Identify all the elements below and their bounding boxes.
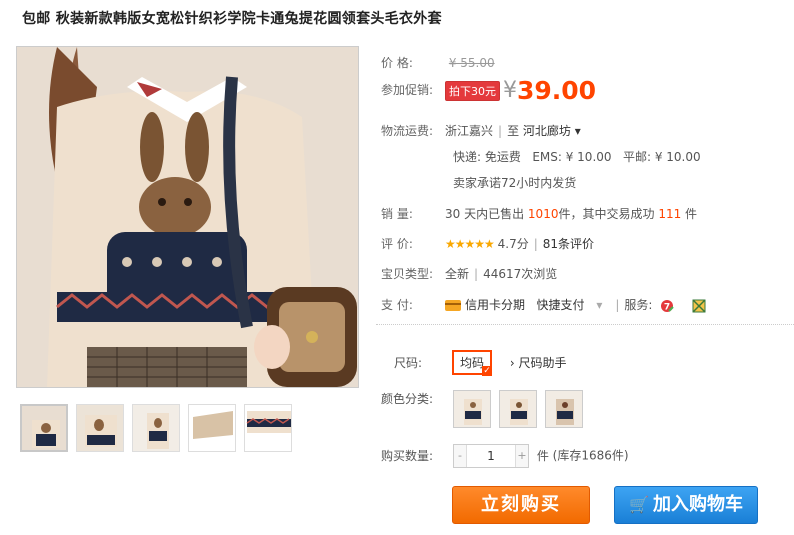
thumbnail-strip: [20, 404, 292, 452]
color-label: 颜色分类:: [381, 392, 434, 406]
promo-row: 参加促销: 拍下30元 ¥39.00: [381, 76, 596, 105]
quantity-stepper: - 1 +: [453, 444, 529, 468]
buy-now-button[interactable]: 立刻购买: [452, 486, 590, 524]
rating-label: 评 价:: [381, 237, 413, 251]
original-price: ¥ 55.00: [448, 56, 495, 70]
add-to-cart-label: 加入购物车: [652, 494, 743, 515]
price-label: 价 格:: [381, 56, 413, 70]
sales-prefix: 30 天内已售出: [445, 207, 525, 221]
promo-price: 39.00: [517, 76, 597, 105]
decrement-button[interactable]: -: [454, 445, 466, 467]
thumbnail-3[interactable]: [132, 404, 180, 452]
installment-link[interactable]: 信用卡分期: [465, 298, 525, 312]
item-type-label: 宝贝类型:: [381, 267, 434, 281]
more-payment-icon[interactable]: ▾: [596, 298, 602, 312]
product-title: 包邮 秋装新款韩版女宽松针织衫学院卡通兔提花圆领套头毛衣外套: [22, 11, 442, 27]
mail-fee: 平邮: ¥ 10.00: [622, 150, 701, 164]
shipping-fees: 快递: 免运费 EMS: ¥ 10.00 平邮: ¥ 10.00: [453, 148, 701, 165]
rating-score: 4.7分: [497, 237, 529, 251]
shipping-label: 物流运费:: [381, 124, 434, 138]
ship-to-select[interactable]: 河北廊坊 ▾: [523, 124, 581, 138]
size-label: 尺码:: [394, 356, 423, 370]
cart-icon: 🛒: [629, 495, 649, 514]
sales-suffix: 件: [685, 207, 698, 221]
increment-button[interactable]: +: [516, 445, 528, 467]
sold-count: 1010: [527, 207, 559, 221]
section-divider: [376, 324, 794, 325]
services-label: 服务:: [624, 298, 653, 312]
color-row: 颜色分类:: [381, 390, 453, 407]
express-fee: 快递: 免运费: [453, 150, 521, 164]
thumbnail-4[interactable]: [188, 404, 236, 452]
stock-count: (库存1686件): [552, 448, 629, 463]
reviews-link[interactable]: 81条评价: [543, 237, 594, 251]
size-row: 尺码: 均码 › 尺码助手: [394, 350, 567, 376]
price-row: 价 格: ¥ 55.00: [381, 54, 495, 71]
quantity-label: 购买数量:: [381, 448, 434, 463]
color-swatch-2[interactable]: [499, 390, 537, 428]
payment-label: 支 付:: [381, 298, 413, 312]
ems-fee: EMS: ¥ 10.00: [532, 150, 612, 164]
guarantee-icon[interactable]: [692, 298, 706, 313]
quantity-row: 购买数量: - 1 + 件 (库存1686件): [381, 444, 629, 468]
shipping-promise: 卖家承诺72小时内发货: [453, 176, 577, 190]
size-helper-link[interactable]: › 尺码助手: [510, 356, 567, 370]
chevron-down-icon: ▾: [574, 124, 581, 138]
sales-mid: 件，其中交易成功: [558, 207, 655, 221]
ship-to-prefix: 至: [507, 124, 520, 138]
size-helper-label: 尺码助手: [518, 356, 567, 370]
thumbnail-2[interactable]: [76, 404, 124, 452]
quantity-unit: 件: [536, 448, 549, 463]
sales-label: 销 量:: [381, 207, 413, 221]
item-type-row: 宝贝类型: 全新 | 44617次浏览: [381, 267, 558, 281]
thumbnail-5[interactable]: [244, 404, 292, 452]
main-product-image[interactable]: [16, 46, 359, 388]
rating-row: 评 价: ★★★★★ 4.7分 | 81条评价: [381, 237, 595, 251]
color-swatch-1[interactable]: [453, 390, 491, 428]
success-count: 111: [658, 207, 682, 221]
item-condition: 全新: [445, 267, 470, 281]
add-to-cart-button[interactable]: 🛒 加入购物车: [614, 486, 758, 524]
sales-row: 销 量: 30 天内已售出 1010件，其中交易成功 111 件: [381, 205, 697, 222]
promo-tag: 拍下30元: [445, 80, 500, 101]
color-swatch-3[interactable]: [545, 390, 583, 428]
size-option-selected[interactable]: 均码: [452, 350, 493, 376]
seven-day-return-icon[interactable]: 7: [660, 299, 674, 313]
currency-symbol: ¥: [503, 78, 517, 103]
shipping-row: 物流运费: 浙江嘉兴 | 至 河北廊坊 ▾: [381, 124, 581, 138]
star-rating-icon: ★★★★★: [445, 237, 495, 251]
payment-row: 支 付: 信用卡分期 快捷支付 ▾ | 服务: 7: [381, 296, 706, 313]
ship-from: 浙江嘉兴: [445, 124, 494, 138]
ship-to-city: 河北廊坊: [522, 124, 571, 138]
credit-card-icon: [445, 300, 461, 311]
quick-pay-link[interactable]: 快捷支付: [536, 298, 584, 312]
color-options: [453, 390, 583, 428]
view-count: 44617次浏览: [483, 267, 558, 281]
promo-label: 参加促销:: [381, 83, 434, 97]
thumbnail-1[interactable]: [20, 404, 68, 452]
quantity-input[interactable]: 1: [466, 445, 516, 467]
